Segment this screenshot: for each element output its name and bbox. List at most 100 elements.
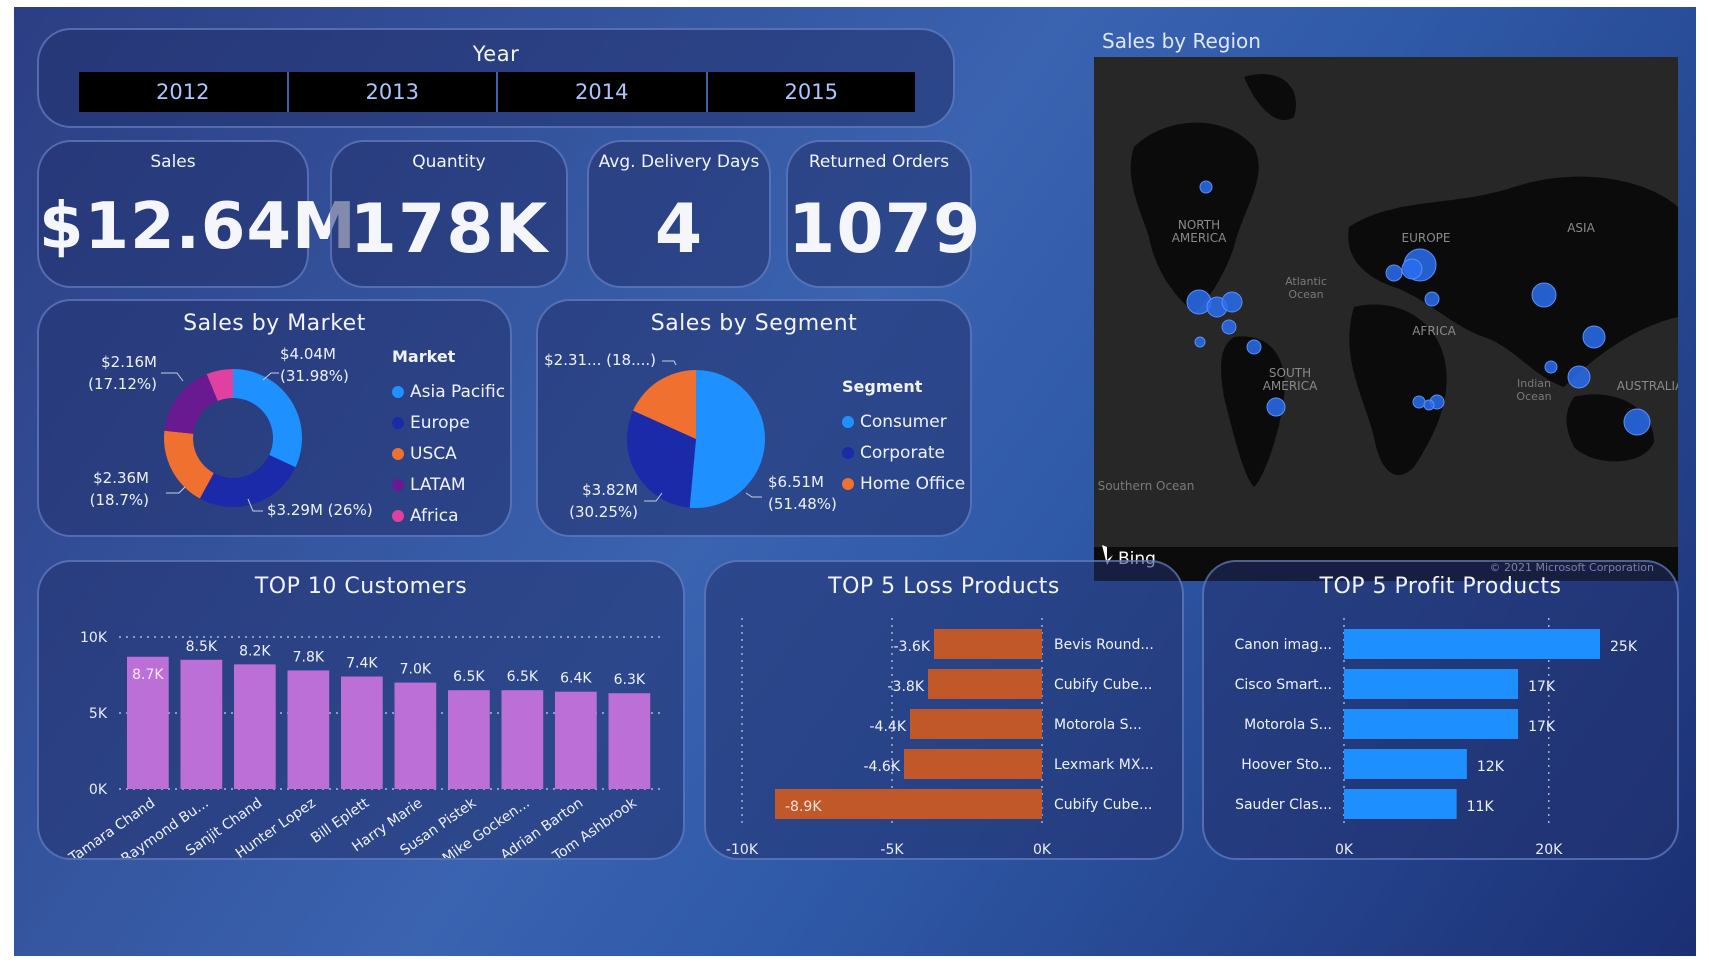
market-donut-chart: $4.04M (31.98%) $3.29M (26%) $2.36M (18.7%) $… [88,345,373,519]
market-legend-dot [392,509,404,522]
segment-data-label: (51.48%) [768,495,837,513]
region-bubble [1266,397,1286,417]
customers-data-label: 6.4K [560,671,592,687]
segment-legend-item-consumer[interactable]: Consumer [842,406,965,437]
market-legend-title: Market [392,347,456,366]
segment-legend-item-corporate[interactable]: Corporate [842,437,965,468]
profit-bar [1344,669,1519,699]
customers-bar [180,659,223,789]
region-bubble [1412,395,1426,409]
segment-data-label: $6.51M [768,473,824,491]
segment-legend-item-home-office[interactable]: Home Office [842,468,965,499]
market-legend: Market Asia Pacific Europe USCA LATAM Africa [392,347,505,531]
loss-category-label: Cubify Cube... [1054,677,1152,693]
profit-data-label: 11K [1467,799,1495,815]
region-bubble [1401,258,1423,280]
map-label: Southern Ocean [1098,479,1195,493]
market-legend-dot [392,478,404,491]
customers-data-label: 8.5K [186,639,218,655]
kpi-sales-title: Sales [150,152,196,172]
market-slice-latam [164,374,218,434]
segment-legend-title: Segment [842,377,923,396]
market-legend-item-latam[interactable]: LATAM [392,469,505,500]
profit-category-label: Sauder Clas... [1235,797,1332,813]
customers-data-label: 7.4K [346,656,378,672]
loss-data-label: -8.9K [785,799,822,815]
map-label: AMERICA [1263,379,1318,393]
customers-ytick: 5K [89,706,108,722]
segment-data-label: $3.82M [582,481,638,499]
year-button-2015[interactable]: 2015 [708,72,916,112]
segment-legend-label: Consumer [860,411,947,432]
market-legend-item-europe[interactable]: Europe [392,407,505,438]
continent-greenland [1244,73,1296,121]
year-slicer: 2012 2013 2014 2015 [79,72,915,112]
market-legend-item-asia-pacific[interactable]: Asia Pacific [392,376,505,407]
segment-legend-dot [842,477,854,490]
loss-category-label: Bevis Round... [1054,637,1154,653]
market-legend-label: USCA [410,443,457,464]
customers-data-label: 6.3K [614,672,646,688]
map-label: EUROPE [1402,231,1451,245]
market-data-label: (18.7%) [90,491,149,509]
customers-bar [555,691,597,789]
map-label: Atlantic [1285,275,1327,288]
map-label: ASIA [1567,221,1595,235]
customers-ytick: 0K [89,782,108,798]
kpi-delivery-value: 4 [654,190,704,269]
profit-category-label: Canon imag... [1235,637,1332,653]
profit-xtick: 0K [1335,842,1354,858]
region-bubble [1385,264,1403,282]
year-button-2013[interactable]: 2013 [289,72,498,112]
segment-legend-label: Corporate [860,442,945,463]
kpi-sales-value: $12.64M [39,190,357,264]
loss-xtick: -10K [726,842,759,858]
profit-data-label: 17K [1528,719,1556,735]
map-label: SOUTH [1269,366,1311,380]
region-bubble [1221,291,1243,313]
segment-data-label: (30.25%) [569,503,638,521]
loss-bar [910,709,1042,739]
loss-data-label: -4.4K [870,719,907,735]
profit-category-label: Cisco Smart... [1235,677,1332,693]
kpi-returned-value: 1079 [788,190,982,269]
profit-xtick: 20K [1535,842,1563,858]
year-button-2014[interactable]: 2014 [498,72,708,112]
profit-bar [1344,749,1467,779]
map-label: AFRICA [1412,324,1456,338]
profit-card: TOP 5 Profit Products 0K 20K Canon imag...… [1202,560,1679,860]
profit-bar [1344,789,1457,819]
market-legend-label: Africa [410,505,459,526]
profit-bar [1344,709,1519,739]
map-label: AUSTRALIA [1617,379,1678,393]
region-bubble [1246,339,1262,355]
year-button-2012[interactable]: 2012 [79,72,289,112]
segment-legend-dot [842,415,854,428]
kpi-delivery-card: Avg. Delivery Days 4 [587,140,771,288]
customers-data-label: 7.0K [400,662,432,678]
customers-bar [287,670,330,789]
world-map-graphic: NORTHAMERICA EUROPEASIAAFRICASOUTHAMERICA… [1094,73,1678,581]
dashboard-canvas: Year 2012 2013 2014 2015 Sales $12.64M Q… [14,7,1696,956]
customers-data-label: 8.2K [239,643,271,659]
segment-leader-line [662,360,677,366]
region-bubble [1199,180,1213,194]
customers-bar [448,690,490,789]
kpi-quantity-card: Quantity 178K [330,140,568,288]
map-label: Ocean [1516,390,1551,403]
kpi-sales-card: Sales $12.64M [37,140,357,288]
region-bubble [1582,325,1606,349]
region-bubble [1194,336,1206,348]
market-legend-item-africa[interactable]: Africa [392,500,505,531]
segment-legend-dot [842,446,854,459]
region-map[interactable]: NORTH AMERICA EUROPE ASIA AFRICA SOUTH AMERICA… [1094,57,1678,581]
loss-data-label: -4.6K [864,759,901,775]
customers-bar [234,664,276,789]
profit-data-label: 25K [1610,639,1638,655]
segment-leader-line [745,492,762,498]
market-leader-line [166,486,186,494]
customers-data-label: 6.5K [507,669,539,685]
region-bubble [1424,291,1440,307]
market-legend-item-usca[interactable]: USCA [392,438,505,469]
kpi-returned-title: Returned Orders [808,152,950,172]
